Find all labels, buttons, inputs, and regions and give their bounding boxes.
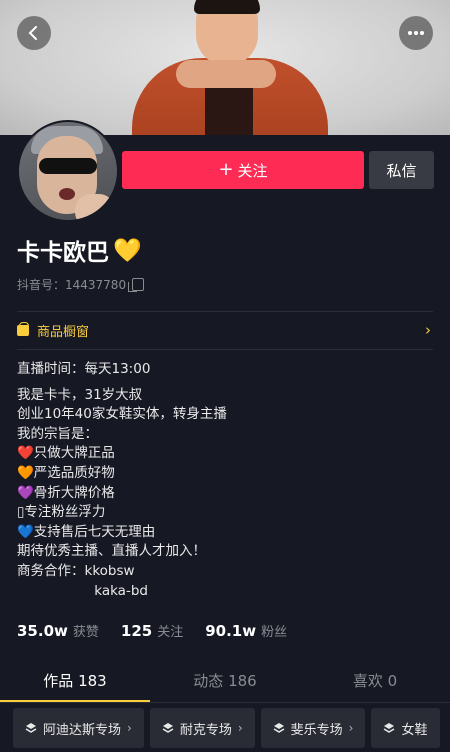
divider (0, 702, 450, 703)
bio-line: kaka-bd (17, 582, 148, 599)
bio-line: 商务合作：kkobsw (17, 562, 135, 579)
yellow-heart-icon: 💛 (113, 237, 142, 264)
avatar[interactable] (17, 120, 119, 222)
bio-line: 创业10年40家女鞋实体，转身主播 (17, 406, 227, 423)
likes-label: 获赞 (72, 625, 99, 640)
bio-line: ▯专注粉丝浮力 (17, 504, 106, 521)
category-chip-label: 耐克专场 (179, 722, 232, 738)
plus-icon: + (218, 159, 234, 180)
copy-icon[interactable] (128, 278, 145, 292)
stats-row: 35.0w 获赞 125 关注 90.1w 粉丝 (17, 621, 309, 640)
shop-bag-icon (17, 321, 29, 336)
category-chip[interactable]: 女鞋 (371, 708, 440, 748)
following-count[interactable]: 125 (121, 622, 152, 640)
bio-line: 我的宗旨是： (17, 425, 98, 442)
bio-line: 期待优秀主播、直播人才加入！ (17, 543, 206, 560)
tab-dynamics[interactable]: 动态 186 (150, 662, 300, 702)
layers-icon (384, 723, 395, 733)
chevron-right-icon: › (237, 721, 243, 735)
chevron-right-icon: › (425, 321, 431, 339)
category-chip-label: 女鞋 (401, 722, 428, 738)
chevron-right-icon: › (127, 721, 132, 735)
nickname: 卡卡欧巴 💛 (17, 233, 142, 267)
message-label: 私信 (386, 161, 417, 180)
category-chip-label: 阿迪达斯专场 (43, 722, 122, 738)
bio-line: ❤️只做大牌正品 (17, 445, 115, 462)
layers-icon (162, 723, 174, 733)
bio-line: 我是卡卡，31岁大叔 (17, 386, 143, 403)
bio-line: 💙支持售后七天无理由 (17, 523, 156, 540)
nickname-text: 卡卡欧巴 (17, 240, 109, 266)
divider (17, 349, 433, 350)
tab-works[interactable]: 作品 183 (0, 662, 150, 702)
bio-line: 🧡严选品质好物 (17, 464, 115, 481)
category-chip-label: 斐乐专场 (290, 722, 343, 738)
bio: 直播时间：每天13:00 我是卡卡，31岁大叔创业10年40家女鞋实体，转身主播我… (17, 360, 433, 601)
follow-label: 关注 (237, 161, 268, 180)
shop-window-label: 商品橱窗 (37, 324, 90, 340)
profile-tabs: 作品 183 动态 186 喜欢 0 (0, 662, 450, 702)
likes-count: 35.0w (17, 622, 68, 640)
followers-count[interactable]: 90.1w (205, 622, 256, 640)
category-chips: 阿迪达斯专场 › 耐克专场 › 斐乐专场 › 女鞋 (13, 708, 446, 748)
category-chip[interactable]: 耐克专场 › (149, 708, 255, 748)
layers-icon (25, 723, 37, 733)
more-dots-icon (408, 31, 424, 35)
chevron-right-icon: › (348, 721, 354, 735)
tab-likes[interactable]: 喜欢 0 (300, 662, 450, 702)
shop-window-row[interactable]: 商品橱窗 › (17, 312, 433, 348)
profile-cover-image (0, 0, 450, 135)
following-label[interactable]: 关注 (157, 621, 183, 640)
bio-line: 直播时间：每天13:00 (17, 361, 151, 377)
chevron-left-icon (28, 26, 37, 40)
back-button[interactable] (17, 16, 51, 50)
more-button[interactable] (399, 16, 433, 50)
douyin-id-text: 抖音号：14437780 (17, 278, 127, 292)
category-chip[interactable]: 斐乐专场 › (260, 708, 366, 748)
followers-label[interactable]: 粉丝 (261, 621, 287, 640)
category-chip[interactable]: 阿迪达斯专场 › (13, 708, 144, 748)
layers-icon (273, 723, 285, 733)
follow-button[interactable]: + 关注 (122, 151, 364, 189)
douyin-id[interactable]: 抖音号：14437780 (17, 276, 145, 293)
message-button[interactable]: 私信 (369, 151, 434, 189)
bio-line: 💜骨折大牌价格 (17, 484, 115, 501)
